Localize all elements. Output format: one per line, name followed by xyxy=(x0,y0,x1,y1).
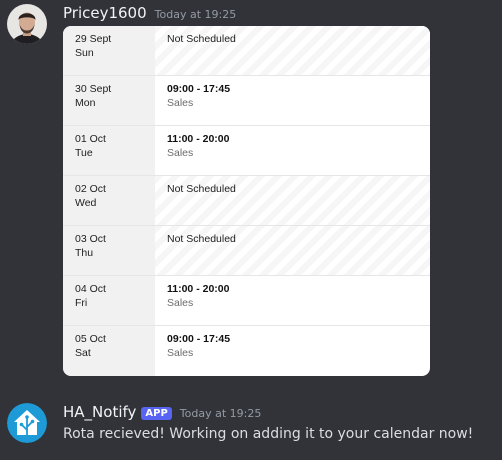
rota-row: 04 Oct Fri 11:00 - 20:00 Sales xyxy=(63,276,430,326)
rota-date-cell: 05 Oct Sat xyxy=(63,326,155,376)
rota-shift-cell: 11:00 - 20:00 Sales xyxy=(155,126,430,175)
message-header: Pricey1600 Today at 19:25 xyxy=(63,4,236,22)
rota-shift-cell: Not Scheduled xyxy=(155,176,430,225)
rota-weekday: Wed xyxy=(75,197,97,209)
rota-shift-cell: 09:00 - 17:45 Sales xyxy=(155,326,430,376)
rota-weekday: Sat xyxy=(75,347,91,359)
rota-date-cell: 01 Oct Tue xyxy=(63,126,155,175)
rota-date: 30 Sept xyxy=(75,83,112,95)
rota-row: 03 Oct Thu Not Scheduled xyxy=(63,226,430,276)
rota-shift-cell: 11:00 - 20:00 Sales xyxy=(155,276,430,325)
rota-weekday: Mon xyxy=(75,97,96,109)
rota-date-cell: 30 Sept Mon xyxy=(63,76,155,125)
rota-shift-role: Sales xyxy=(167,297,194,309)
rota-shift-time: 11:00 - 20:00 xyxy=(167,133,230,145)
message-timestamp: Today at 19:25 xyxy=(179,407,262,420)
rota-shift-cell: 09:00 - 17:45 Sales xyxy=(155,76,430,125)
rota-row: 02 Oct Wed Not Scheduled xyxy=(63,176,430,226)
rota-shift-role: Sales xyxy=(167,147,194,159)
message-content: Rota recieved! Working on adding it to y… xyxy=(63,426,474,442)
rota-date: 02 Oct xyxy=(75,183,106,195)
user-avatar[interactable] xyxy=(7,4,47,44)
rota-status: Not Scheduled xyxy=(167,233,236,245)
rota-date: 05 Oct xyxy=(75,333,106,345)
rota-row: 29 Sept Sun Not Scheduled xyxy=(63,26,430,76)
message-timestamp: Today at 19:25 xyxy=(154,8,237,21)
rota-row: 01 Oct Tue 11:00 - 20:00 Sales xyxy=(63,126,430,176)
rota-shift-role: Sales xyxy=(167,347,194,359)
rota-status: Not Scheduled xyxy=(167,183,236,195)
rota-date-cell: 02 Oct Wed xyxy=(63,176,155,225)
rota-shift-role: Sales xyxy=(167,97,194,109)
rota-weekday: Sun xyxy=(75,47,94,59)
author-name[interactable]: HA_Notify xyxy=(63,403,136,421)
rota-date-cell: 29 Sept Sun xyxy=(63,26,155,75)
rota-shift-time: 09:00 - 17:45 xyxy=(167,83,231,95)
rota-row: 05 Oct Sat 09:00 - 17:45 Sales xyxy=(63,326,430,376)
rota-date: 29 Sept xyxy=(75,33,112,45)
rota-date: 01 Oct xyxy=(75,133,106,145)
rota-date: 04 Oct xyxy=(75,283,106,295)
author-name[interactable]: Pricey1600 xyxy=(63,4,147,22)
rota-date-cell: 04 Oct Fri xyxy=(63,276,155,325)
rota-date: 03 Oct xyxy=(75,233,106,245)
rota-shift-time: 11:00 - 20:00 xyxy=(167,283,230,295)
app-badge: APP xyxy=(141,407,172,420)
rota-row: 30 Sept Mon 09:00 - 17:45 Sales xyxy=(63,76,430,126)
rota-weekday: Thu xyxy=(75,247,94,259)
rota-status: Not Scheduled xyxy=(167,33,236,45)
rota-shift-cell: Not Scheduled xyxy=(155,26,430,75)
home-assistant-icon[interactable] xyxy=(7,403,47,443)
rota-image[interactable]: 29 Sept Sun Not Scheduled 30 Sept Mon 09… xyxy=(63,26,430,376)
rota-shift-time: 09:00 - 17:45 xyxy=(167,333,231,345)
rota-date-cell: 03 Oct Thu xyxy=(63,226,155,275)
rota-weekday: Tue xyxy=(75,147,93,159)
message-header: HA_Notify APP Today at 19:25 xyxy=(63,403,261,421)
rota-weekday: Fri xyxy=(75,297,88,309)
rota-shift-cell: Not Scheduled xyxy=(155,226,430,275)
